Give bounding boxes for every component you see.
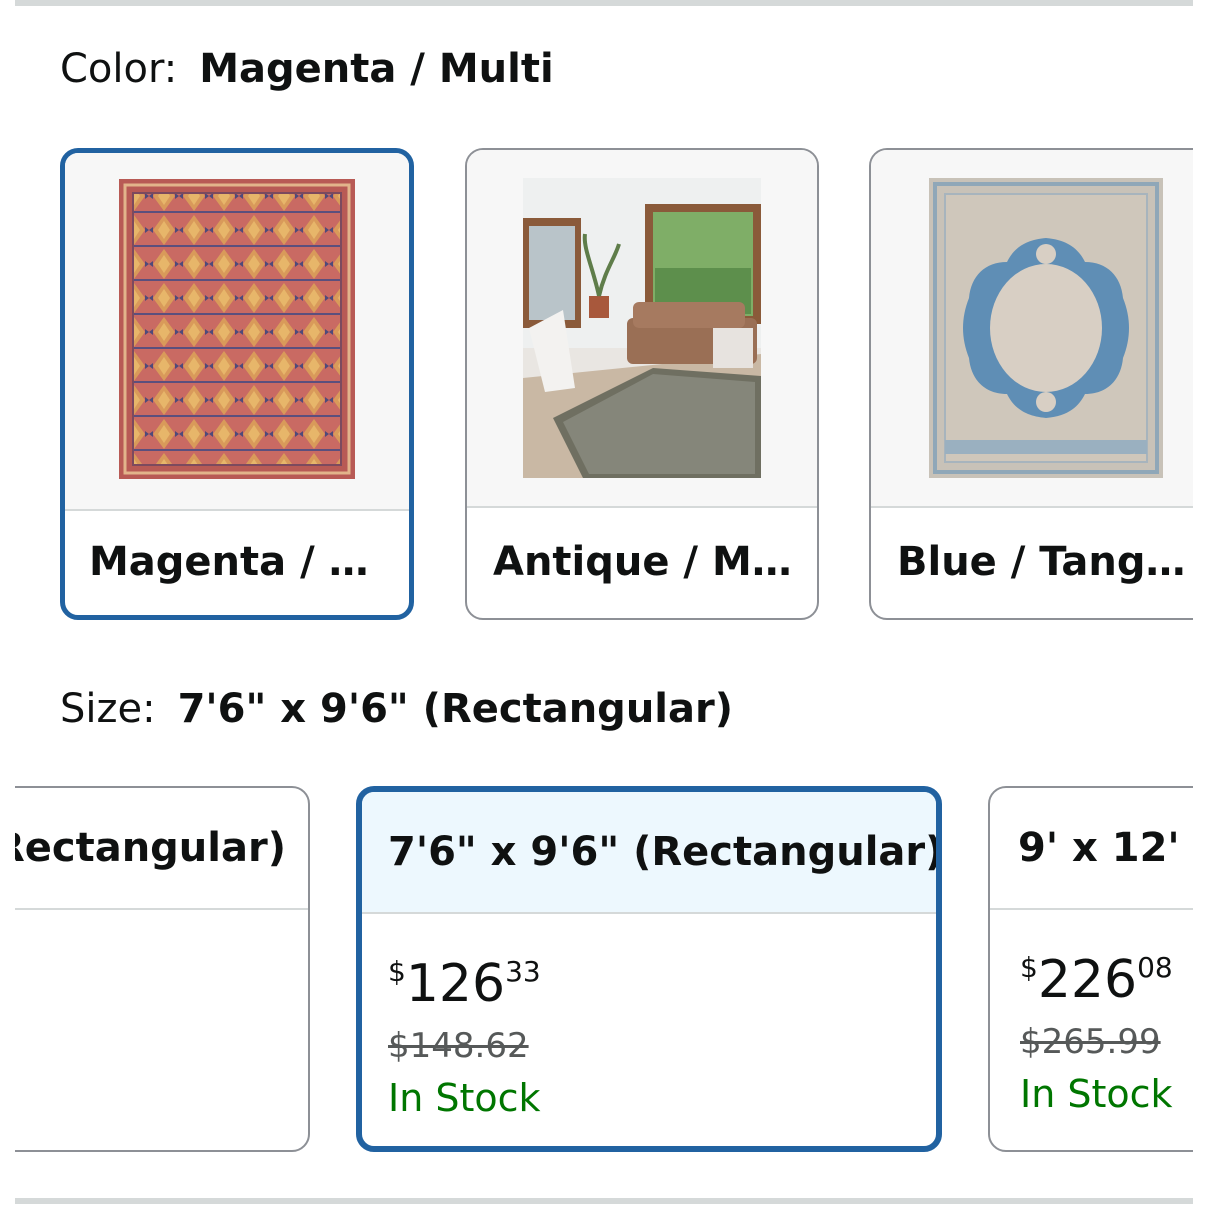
currency-symbol: $ xyxy=(1020,951,1038,984)
list-price: $265.99 xyxy=(1020,1022,1161,1062)
size-option-title: 7'6" x 9'6" (Rectangular) xyxy=(362,792,936,914)
color-swatch-magenta[interactable]: Magenta / … xyxy=(60,148,414,620)
swatch-label: Antique / M… xyxy=(493,539,792,585)
currency-symbol: $ xyxy=(388,955,406,988)
size-selected-value: 7'6" x 9'6" (Rectangular) xyxy=(177,686,734,732)
magenta-rug-image xyxy=(119,179,355,479)
size-option-title: Rectangular) xyxy=(15,788,308,910)
size-option-details: $22608 $265.99 In Stock xyxy=(990,910,1193,1116)
size-option-title: 9' x 12' ( xyxy=(990,788,1193,910)
color-selected-value: Magenta / Multi xyxy=(199,46,554,92)
price: $12633 xyxy=(388,942,906,1014)
color-swatch-antique[interactable]: Antique / M… xyxy=(465,148,819,620)
size-option-partial-left[interactable]: Rectangular) xyxy=(15,786,310,1152)
price-fraction: 33 xyxy=(505,955,541,988)
size-option-carousel: Rectangular) 7'6" x 9'6" (Rectangular) $… xyxy=(15,780,1193,1160)
swatch-label: Magenta / … xyxy=(89,539,369,585)
top-divider xyxy=(15,0,1193,6)
size-selection-label: Size: 7'6" x 9'6" (Rectangular) xyxy=(60,686,733,732)
size-option-9x12[interactable]: 9' x 12' ( $22608 $265.99 In Stock xyxy=(988,786,1193,1152)
size-key: Size: xyxy=(60,686,156,732)
swatch-label: Blue / Tang… xyxy=(897,539,1186,585)
color-swatch-carousel: Magenta / … Antique / M… Blue / Tang… xyxy=(0,140,1193,635)
color-key: Color: xyxy=(60,46,178,92)
size-option-7x9[interactable]: 7'6" x 9'6" (Rectangular) $12633 $148.62… xyxy=(356,786,942,1152)
availability: In Stock xyxy=(1020,1072,1173,1116)
price-fraction: 08 xyxy=(1137,951,1173,984)
color-swatch-blue[interactable]: Blue / Tang… xyxy=(869,148,1193,620)
bottom-divider xyxy=(15,1198,1193,1204)
color-selection-label: Color: Magenta / Multi xyxy=(60,46,554,92)
swatch-thumbnail xyxy=(65,153,409,511)
swatch-thumbnail xyxy=(871,150,1193,508)
price-whole: 126 xyxy=(405,954,506,1014)
blue-rug-image xyxy=(929,178,1163,478)
living-room-rug-image xyxy=(523,178,761,478)
size-option-details: $12633 $148.62 In Stock xyxy=(362,914,936,1120)
availability: In Stock xyxy=(388,1076,541,1120)
price: $22608 xyxy=(1020,938,1193,1010)
swatch-thumbnail xyxy=(467,150,817,508)
list-price: $148.62 xyxy=(388,1026,529,1066)
price-whole: 226 xyxy=(1037,950,1138,1010)
